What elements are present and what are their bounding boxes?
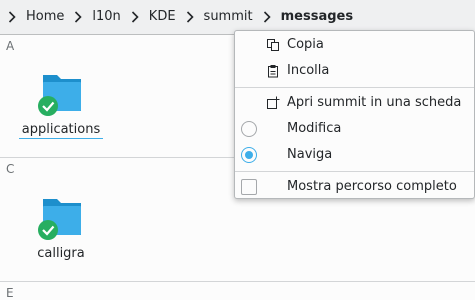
menu-item-open-tab[interactable]: Apri summit in una scheda <box>235 90 474 116</box>
breadcrumb-current[interactable]: messages <box>275 5 359 29</box>
menu-item-label: Copia <box>287 37 324 52</box>
chevron-right-icon[interactable] <box>127 9 143 25</box>
group-header: E <box>6 286 14 300</box>
folder-name: applications <box>18 122 104 139</box>
menu-item-copy[interactable]: Copia <box>235 32 474 58</box>
checkbox[interactable] <box>241 179 257 195</box>
radio-button-selected[interactable] <box>241 147 257 163</box>
folder-item[interactable]: applications <box>16 69 106 139</box>
folder-icon <box>33 193 89 243</box>
menu-item-full-path[interactable]: Mostra percorso completo <box>235 174 474 200</box>
chevron-right-icon[interactable] <box>4 9 20 25</box>
menu-item-paste[interactable]: Incolla <box>235 58 474 84</box>
chevron-right-icon[interactable] <box>182 9 198 25</box>
chevron-right-icon[interactable] <box>70 9 86 25</box>
check-badge-icon <box>38 220 58 240</box>
breadcrumb-item-kde[interactable]: KDE <box>143 5 182 29</box>
menu-separator <box>235 171 474 172</box>
group-header: A <box>6 39 15 53</box>
menu-item-edit[interactable]: Modifica <box>235 116 474 142</box>
paste-icon <box>265 63 281 79</box>
folder-item[interactable]: calligra <box>16 193 106 261</box>
chevron-right-icon[interactable] <box>259 9 275 25</box>
breadcrumb-item-home[interactable]: Home <box>20 5 70 29</box>
menu-item-label: Naviga <box>287 147 333 162</box>
menu-item-label: Mostra percorso completo <box>287 179 457 194</box>
group-section: E <box>0 282 475 300</box>
copy-icon <box>265 37 281 53</box>
menu-item-navigate[interactable]: Naviga <box>235 142 474 168</box>
tab-new-icon <box>265 95 281 111</box>
breadcrumb: Home l10n KDE summit messages <box>0 0 475 34</box>
check-badge-icon <box>38 96 58 116</box>
breadcrumb-item-l10n[interactable]: l10n <box>86 5 126 29</box>
radio-button[interactable] <box>241 121 257 137</box>
menu-item-label: Incolla <box>287 63 330 78</box>
folder-icon <box>33 69 89 119</box>
menu-separator <box>235 87 474 88</box>
menu-item-label: Modifica <box>287 121 342 136</box>
folder-name: calligra <box>37 246 85 261</box>
breadcrumb-item-summit[interactable]: summit <box>198 5 259 29</box>
menu-item-label: Apri summit in una scheda <box>287 95 462 110</box>
context-menu: Copia Incolla Apri summit in una scheda … <box>234 30 475 199</box>
group-header: C <box>6 162 15 176</box>
